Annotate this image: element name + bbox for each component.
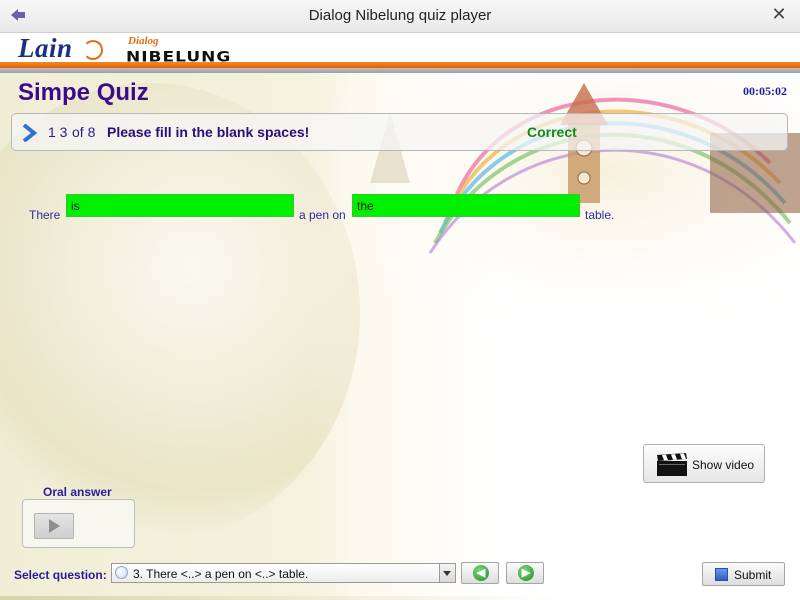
- quiz-area: Simpe Quiz 00:05:02 1 3 of 8 Please fill…: [0, 73, 800, 600]
- show-video-label: Show video: [692, 458, 755, 472]
- background-globe: [0, 83, 360, 543]
- quiz-title: Simpe Quiz: [18, 79, 149, 106]
- window-title: Dialog Nibelung quiz player: [308, 7, 492, 24]
- play-icon: [49, 519, 60, 533]
- answer-status: Correct: [527, 124, 577, 140]
- select-question-label: Select question:: [14, 568, 107, 582]
- question-select[interactable]: 3. There <..> a pen on <..> table.: [111, 563, 456, 583]
- footer-strip: [0, 596, 800, 600]
- sentence-text-1: There: [29, 208, 61, 222]
- previous-question-button[interactable]: ◀: [461, 562, 499, 584]
- question-instruction: Please fill in the blank spaces!: [107, 124, 310, 140]
- sentence-text-2: a pen on: [299, 208, 346, 222]
- chevron-down-icon[interactable]: [439, 564, 455, 582]
- submit-button[interactable]: Submit: [702, 562, 785, 586]
- oral-answer-label: Oral answer: [43, 485, 112, 499]
- lain-logo: Lain: [18, 33, 73, 63]
- bottom-bar: Select question: 3. There <..> a pen on …: [0, 560, 800, 600]
- question-total: of 8: [72, 124, 96, 140]
- question-number: 1 3: [48, 124, 68, 140]
- show-video-button[interactable]: Show video: [643, 444, 765, 483]
- chevron-right-icon: [22, 124, 38, 142]
- submit-icon: [715, 568, 728, 581]
- next-question-button[interactable]: ▶: [506, 562, 544, 584]
- brand-dialog-text: Dialog: [128, 35, 159, 47]
- arrow-left-icon: ◀: [473, 565, 489, 581]
- arrow-right-icon: ▶: [518, 565, 534, 581]
- logo-swirl-icon: [83, 40, 103, 60]
- close-button[interactable]: ✕: [766, 4, 792, 24]
- oral-answer-panel: [22, 499, 135, 548]
- submit-label: Submit: [734, 568, 772, 582]
- question-status-icon: [115, 566, 128, 579]
- blank-input-1[interactable]: is: [66, 194, 294, 217]
- question-bar: 1 3 of 8 Please fill in the blank spaces…: [11, 113, 788, 151]
- quiz-timer: 00:05:02: [743, 84, 787, 98]
- sentence-text-3: table.: [585, 208, 615, 222]
- header-stripe: [0, 62, 800, 73]
- blank-input-2[interactable]: the: [352, 194, 580, 217]
- selected-question-text: 3. There <..> a pen on <..> table.: [133, 567, 309, 581]
- clapperboard-icon: [657, 453, 687, 476]
- window-titlebar: Dialog Nibelung quiz player ✕: [0, 0, 800, 33]
- play-button[interactable]: [34, 513, 74, 539]
